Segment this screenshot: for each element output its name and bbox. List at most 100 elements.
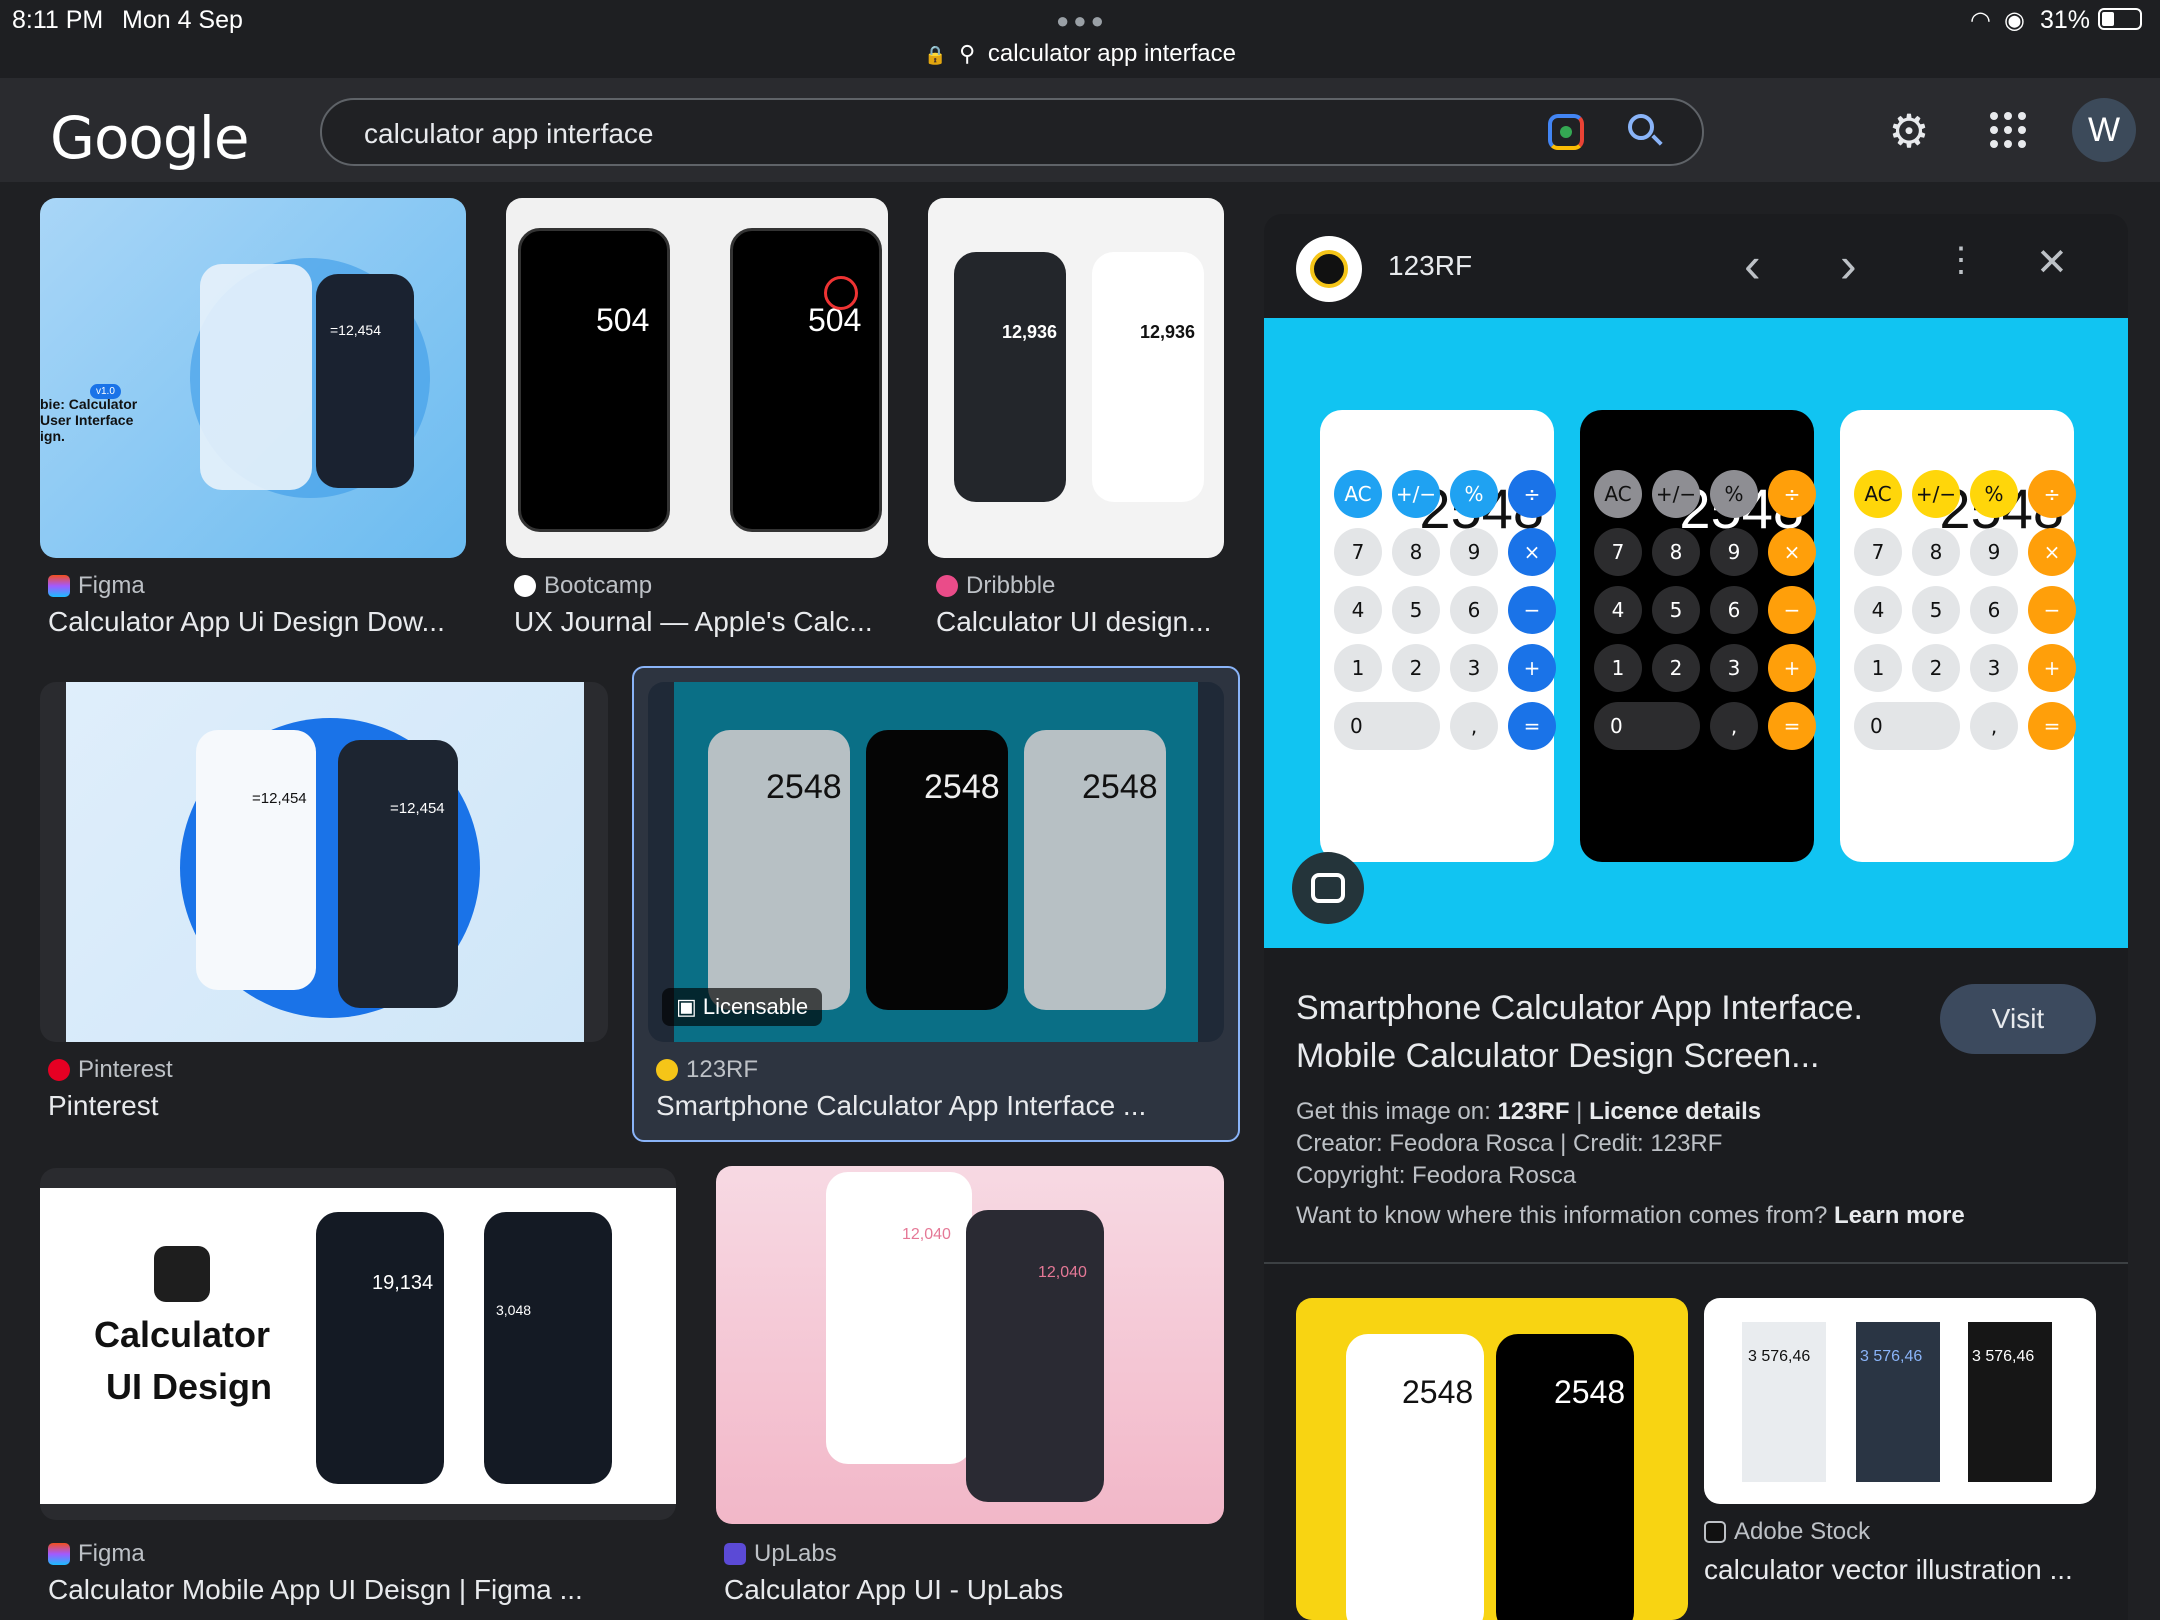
thumb-title: Calculator [94, 1314, 271, 1355]
figma-logo-icon [48, 575, 70, 597]
chevron-right-icon[interactable]: › [1840, 236, 1857, 294]
calc-key: AC [1854, 470, 1902, 518]
123rf-logo-icon[interactable] [1296, 236, 1362, 302]
result-source[interactable]: Figma [48, 1540, 145, 1568]
thumb-value: 12,936 [1140, 322, 1196, 342]
settings-gear-icon[interactable]: ⚙ [1884, 105, 1934, 157]
result-title[interactable]: Calculator Mobile App UI Deisgn | Figma … [48, 1574, 678, 1606]
calc-key: 1 [1854, 644, 1902, 692]
calc-key: × [2028, 528, 2076, 576]
apps-grid-icon[interactable] [1990, 112, 2026, 148]
calc-key: +/− [1652, 470, 1700, 518]
result-source[interactable]: 123RF [656, 1056, 758, 1084]
thumb-value: 3 576,46 [1860, 1348, 1923, 1365]
calc-key: 9 [1710, 528, 1758, 576]
calc-key: + [1508, 644, 1556, 692]
calc-key: = [1508, 702, 1556, 750]
account-avatar[interactable]: W [2072, 98, 2136, 162]
calc-key: ÷ [1768, 470, 1816, 518]
result-title[interactable]: UX Journal — Apple's Calc... [514, 606, 894, 638]
calc-key: 1 [1594, 644, 1642, 692]
result-title[interactable]: Calculator App UI - UpLabs [724, 1574, 1224, 1606]
calc-key: 5 [1912, 586, 1960, 634]
result-thumbnail[interactable]: 12,936 12,936 [928, 198, 1224, 558]
related-thumbnail[interactable]: 3 576,46 3 576,46 3 576,46 [1704, 1298, 2096, 1504]
thumb-caption: bie: Calculator User Interface ign. [40, 396, 138, 444]
result-title[interactable]: Pinterest [48, 1090, 608, 1122]
result-thumbnail[interactable]: 504 504 [506, 198, 888, 558]
panel-title[interactable]: Smartphone Calculator App Interface. Mob… [1296, 984, 1863, 1080]
calc-key: , [1450, 702, 1498, 750]
close-icon[interactable]: ✕ [2036, 240, 2068, 285]
thumb-value: 12,040 [902, 1226, 951, 1243]
related-title[interactable]: calculator vector illustration ... [1704, 1554, 2104, 1586]
calc-key: 4 [1854, 586, 1902, 634]
lock-icon: 🔒 [923, 45, 947, 65]
more-dots-icon[interactable]: ●●● [1056, 8, 1108, 34]
search-query[interactable]: calculator app interface [364, 118, 654, 150]
related-source[interactable]: Adobe Stock [1704, 1518, 1870, 1546]
result-thumbnail[interactable]: 2548 2548 2548 ▣ Licensable [648, 682, 1224, 1042]
address-bar[interactable]: 🔒 ⚲ calculator app interface [0, 40, 2160, 68]
chevron-left-icon[interactable]: ‹ [1744, 236, 1761, 294]
result-source[interactable]: Figma [48, 572, 145, 600]
result-source[interactable]: UpLabs [724, 1540, 837, 1568]
calc-key: 2 [1912, 644, 1960, 692]
result-source[interactable]: Pinterest [48, 1056, 173, 1084]
result-thumbnail[interactable]: Calculator UI Design 19,134 3,048 [40, 1168, 676, 1520]
result-title[interactable]: Calculator UI design... [936, 606, 1226, 638]
wifi-icon: ◠ [1970, 7, 1991, 34]
figma-logo-icon [48, 1543, 70, 1565]
thumb-value: 12,936 [1002, 322, 1058, 342]
calc-key: % [1710, 470, 1758, 518]
result-thumbnail[interactable]: 12,040 12,040 [716, 1166, 1224, 1524]
calc-key: % [1450, 470, 1498, 518]
battery-icon [2098, 8, 2142, 30]
lens-icon[interactable] [1548, 114, 1584, 150]
pinterest-logo-icon [48, 1059, 70, 1081]
result-thumbnail[interactable]: =12,454 =12,454 [40, 682, 608, 1042]
source-name: Bootcamp [544, 572, 653, 599]
calc-key: 7 [1854, 528, 1902, 576]
panel-source[interactable]: 123RF [1388, 250, 1472, 282]
thumb-value: 2548 [766, 768, 842, 806]
calc-key: + [2028, 644, 2076, 692]
calc-key: = [1768, 702, 1816, 750]
preview-image[interactable]: 2548 2548 2548 AC+/−%÷789×456−123+0,=AC+… [1264, 318, 2128, 948]
source-name: Figma [78, 1540, 145, 1567]
result-thumbnail[interactable]: =12,454 v1.0 bie: Calculator User Interf… [40, 198, 466, 558]
learn-more-link[interactable]: Learn more [1834, 1202, 1965, 1229]
calc-key: % [1970, 470, 2018, 518]
calc-key: 0 [1854, 702, 1960, 750]
divider [1264, 1262, 2128, 1264]
search-box[interactable]: calculator app interface [320, 98, 1704, 166]
calc-key: AC [1334, 470, 1382, 518]
calc-key: 7 [1334, 528, 1382, 576]
result-title[interactable]: Smartphone Calculator App Interface ... [656, 1090, 1226, 1122]
source-link[interactable]: 123RF [1497, 1098, 1569, 1125]
result-source[interactable]: Bootcamp [514, 572, 652, 600]
uplabs-logo-icon [724, 1543, 746, 1565]
adobe-stock-logo-icon [1704, 1521, 1726, 1543]
thumb-value: 2548 [924, 768, 1000, 806]
visit-button[interactable]: Visit [1940, 984, 2096, 1054]
search-submit-icon[interactable] [1628, 114, 1663, 146]
calc-key: 7 [1594, 528, 1642, 576]
google-logo[interactable]: Google [50, 104, 250, 172]
calc-key: × [1508, 528, 1556, 576]
result-source[interactable]: Dribbble [936, 572, 1055, 600]
thumb-value: =12,454 [390, 800, 445, 817]
related-thumbnail[interactable]: 2548 2548 [1296, 1298, 1688, 1620]
creator-info: Creator: Feodora Rosca | Credit: 123RF [1296, 1130, 1723, 1157]
result-title[interactable]: Calculator App Ui Design Dow... [48, 606, 468, 638]
calc-key: 8 [1392, 528, 1440, 576]
lens-search-icon[interactable] [1292, 852, 1364, 924]
source-name: Figma [78, 572, 145, 599]
licence-link[interactable]: Licence details [1589, 1098, 1761, 1125]
calc-key: 4 [1334, 586, 1382, 634]
calc-key: 3 [1970, 644, 2018, 692]
more-vert-icon[interactable]: ⋮ [1944, 240, 1978, 280]
calc-key: 0 [1334, 702, 1440, 750]
calc-key: × [1768, 528, 1816, 576]
thumb-value: =12,454 [252, 790, 307, 807]
